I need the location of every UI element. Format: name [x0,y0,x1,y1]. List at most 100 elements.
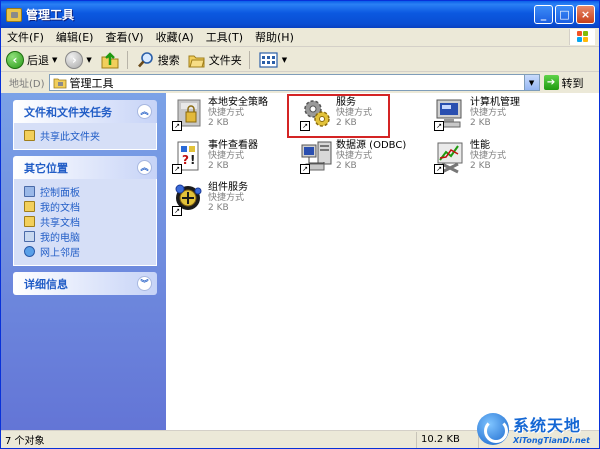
link-label: 网上邻居 [40,248,80,259]
task-pane: 文件和文件夹任务 ︽ 共享此文件夹 其它位置 ︽ 控制面板 我的文档 共享文档 … [1,93,166,430]
file-size: 2 KB [208,203,229,213]
other-places-header[interactable]: 其它位置 ︽ [13,156,157,179]
window-title: 管理工具 [26,8,75,22]
shortcut-arrow-icon: ↗ [300,164,310,174]
data-sources-icon: ↗ [300,140,334,174]
panel-title: 其它位置 [24,161,68,175]
link-label: 我的文档 [40,203,80,214]
link-label: 我的电脑 [40,233,80,244]
file-type: 快捷方式 [208,151,245,161]
file-size: 2 KB [208,161,229,171]
share-folder-link[interactable]: 共享此文件夹 [24,128,156,143]
file-type: 快捷方式 [336,151,373,161]
address-input[interactable]: 管理工具 ▼ [48,74,540,91]
window-controls: _ □ × [534,5,595,24]
file-item-event-viewer[interactable]: ? ! ↗ 事件查看器 快捷方式 2 KB [172,140,258,174]
file-size: 2 KB [470,118,491,128]
menu-tools[interactable]: 工具(T) [200,28,249,47]
menu-help[interactable]: 帮助(H) [249,28,300,47]
folders-icon [188,55,205,67]
menu-edit[interactable]: 编辑(E) [50,28,100,47]
panel-title: 文件和文件夹任务 [24,105,112,119]
file-name: 事件查看器 [208,140,258,151]
minimize-button[interactable]: _ [534,5,553,24]
shortcut-arrow-icon: ↗ [172,121,182,131]
control-panel-icon [24,186,35,197]
shared-documents-link[interactable]: 共享文档 [24,214,156,229]
search-label: 搜索 [157,53,180,67]
watermark-logo-icon [477,412,509,445]
file-size: 2 KB [336,118,357,128]
maximize-button[interactable]: □ [555,5,574,24]
file-type: 快捷方式 [336,108,373,118]
forward-dropdown-icon[interactable]: ▼ [86,56,91,64]
share-folder-icon [24,130,35,141]
details-header[interactable]: 详细信息 ︾ [13,272,157,295]
expand-chevron-icon[interactable]: ︾ [137,276,152,291]
close-button[interactable]: × [576,5,595,24]
toolbar-separator [248,50,250,69]
file-size: 2 KB [470,161,491,171]
my-documents-link[interactable]: 我的文档 [24,199,156,214]
title-bar[interactable]: 管理工具 _ □ × [1,1,599,28]
forward-arrow-icon: › [65,50,84,69]
component-services-icon: ↗ [172,182,206,216]
file-item-local-security-policy[interactable]: ↗ 本地安全策略 快捷方式 2 KB [172,97,268,131]
file-name: 组件服务 [208,182,248,193]
file-item-performance[interactable]: ↗ 性能 快捷方式 2 KB [434,140,506,174]
file-item-component-services[interactable]: ↗ 组件服务 快捷方式 2 KB [172,182,248,216]
file-name: 计算机管理 [470,97,520,108]
file-size: 2 KB [336,161,357,171]
windows-logo [569,29,595,45]
file-type: 快捷方式 [470,108,507,118]
file-item-data-sources-odbc[interactable]: ↗ 数据源 (ODBC) 快捷方式 2 KB [300,140,406,174]
file-size: 2 KB [208,118,229,128]
menu-view[interactable]: 查看(V) [99,28,149,47]
file-item-services[interactable]: ↗ 服务 快捷方式 2 KB [300,97,372,131]
my-computer-icon [24,231,35,242]
file-name: 本地安全策略 [208,97,268,108]
address-value: 管理工具 [69,76,114,90]
search-button[interactable]: 搜索 [134,49,183,71]
file-name: 数据源 (ODBC) [336,140,407,151]
forward-button[interactable]: › ▼ [62,49,94,71]
menu-bar: 文件(F) 编辑(E) 查看(V) 收藏(A) 工具(T) 帮助(H) [1,28,599,47]
link-label: 控制面板 [40,188,80,199]
panel-title: 详细信息 [24,277,68,291]
explorer-window: 管理工具 _ □ × 文件(F) 编辑(E) 查看(V) 收藏(A) 工具(T)… [0,0,600,449]
views-button[interactable]: ▼ [256,49,290,71]
file-folder-tasks-panel: 文件和文件夹任务 ︽ 共享此文件夹 [13,100,157,150]
file-item-computer-management[interactable]: ↗ 计算机管理 快捷方式 2 KB [434,97,520,131]
back-button[interactable]: ‹ 后退 ▼ [3,49,60,71]
panel-body: 共享此文件夹 [13,123,157,150]
link-label: 共享文档 [40,218,80,229]
network-places-link[interactable]: 网上邻居 [24,244,156,259]
file-type: 快捷方式 [208,108,245,118]
folders-button[interactable]: 文件夹 [185,49,245,71]
collapse-chevron-icon[interactable]: ︽ [137,104,152,119]
site-watermark: 系统天地 XiTongTianDi.net [477,407,599,448]
toolbar: ‹ 后退 ▼ › ▼ 搜索 文件夹 ▼ [1,48,599,72]
up-folder-button[interactable] [97,49,123,71]
menu-favorites[interactable]: 收藏(A) [150,28,200,47]
svg-text:?: ? [182,153,189,167]
shared-documents-icon [24,216,35,227]
go-label: 转到 [561,76,584,90]
menu-file[interactable]: 文件(F) [1,28,50,47]
address-label: 地址(D) [9,79,45,90]
go-button[interactable]: ➔ 转到 [543,75,584,91]
address-bar: 地址(D) 管理工具 ▼ ➔ 转到 [1,73,599,92]
file-folder-tasks-header[interactable]: 文件和文件夹任务 ︽ [13,100,157,123]
address-dropdown-icon[interactable]: ▼ [523,75,539,90]
collapse-chevron-icon[interactable]: ︽ [137,160,152,175]
control-panel-link[interactable]: 控制面板 [24,184,156,199]
shortcut-arrow-icon: ↗ [434,164,444,174]
back-dropdown-icon[interactable]: ▼ [52,56,57,64]
my-computer-link[interactable]: 我的电脑 [24,229,156,244]
folder-tools-icon [6,7,22,22]
views-dropdown-icon[interactable]: ▼ [282,56,287,64]
link-label: 共享此文件夹 [40,132,100,143]
views-grid-icon [259,51,278,68]
back-label: 后退 [27,53,49,67]
back-arrow-icon: ‹ [6,50,24,69]
